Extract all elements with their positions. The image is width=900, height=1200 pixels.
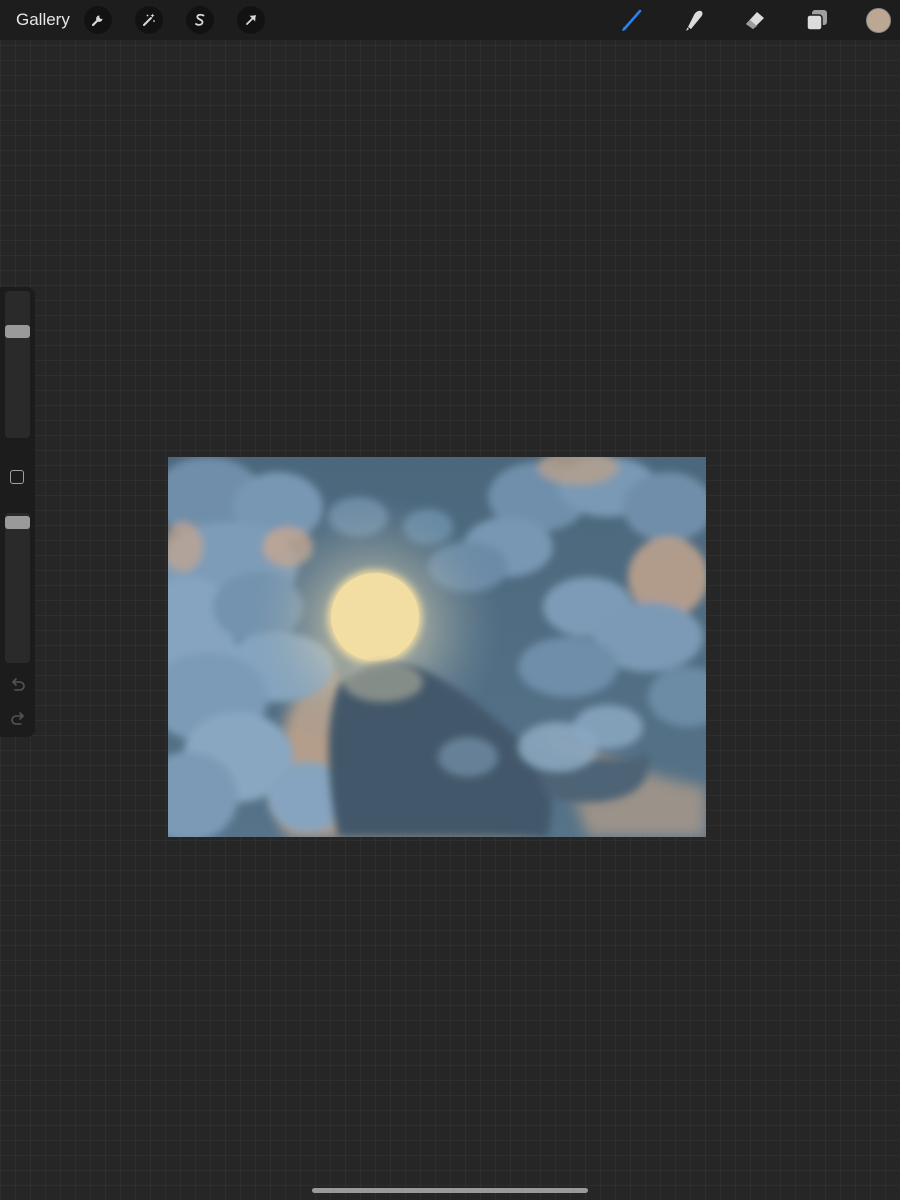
transform-button[interactable] [237, 6, 265, 34]
canvas-artwork [168, 457, 706, 837]
left-sidebar [0, 287, 35, 737]
layers-icon [806, 10, 827, 31]
wrench-icon [91, 15, 103, 27]
layers-button[interactable] [803, 6, 831, 34]
home-indicator [312, 1188, 588, 1193]
gallery-button[interactable]: Gallery [16, 10, 70, 30]
color-picker-swatch[interactable] [866, 8, 891, 33]
eraser-tool-button[interactable] [741, 6, 769, 34]
opacity-slider-thumb[interactable] [5, 515, 30, 529]
selection-button[interactable] [186, 6, 214, 34]
brush-tool-button[interactable] [618, 6, 646, 34]
brush-size-slider-thumb[interactable] [5, 324, 30, 338]
brush-size-slider[interactable] [5, 291, 30, 438]
eraser-icon [746, 12, 764, 29]
arrow-cursor-icon [246, 15, 256, 25]
redo-icon[interactable] [9, 711, 27, 727]
undo-icon[interactable] [9, 677, 27, 693]
actions-button[interactable] [84, 6, 112, 34]
top-toolbar: Gallery [0, 0, 900, 40]
smudge-finger-icon [686, 10, 703, 31]
smudge-tool-button[interactable] [680, 6, 708, 34]
drawing-canvas[interactable] [168, 457, 706, 837]
adjustments-button[interactable] [135, 6, 163, 34]
magic-wand-icon [143, 13, 155, 26]
brush-icon [622, 9, 642, 31]
opacity-slider[interactable] [5, 513, 30, 663]
modify-square-icon[interactable] [10, 470, 24, 484]
selection-s-icon [195, 13, 205, 26]
